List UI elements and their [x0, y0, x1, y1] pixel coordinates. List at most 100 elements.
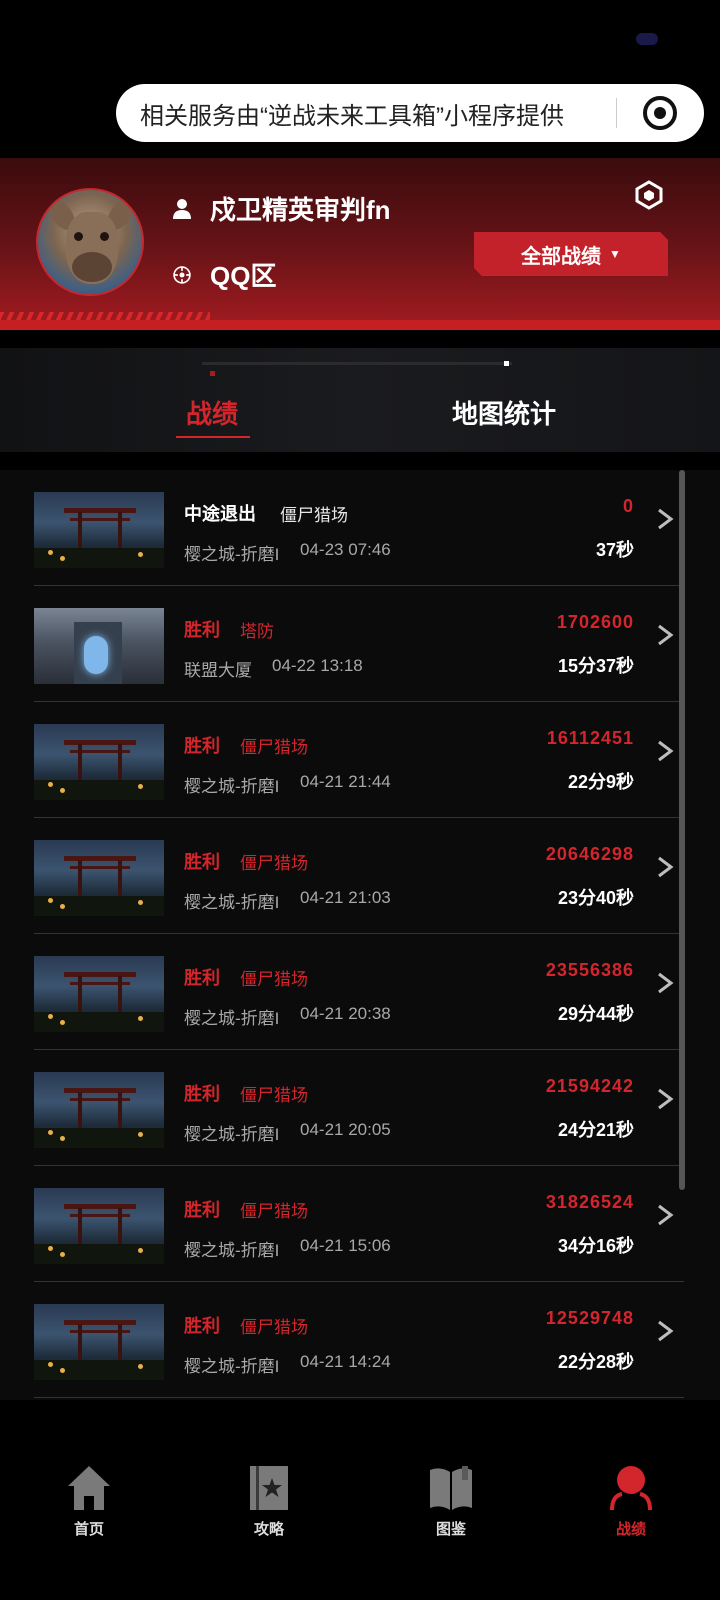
chevron-right-icon[interactable] — [656, 508, 674, 530]
home-icon — [68, 1466, 110, 1510]
tab-track — [202, 362, 512, 365]
chevron-right-icon[interactable] — [656, 1204, 674, 1226]
match-date: 04-22 13:18 — [272, 656, 363, 675]
record-row[interactable]: 胜利 僵尸猎场 樱之城-折磨I 04-21 20:05 21594242 24分21秒 — [34, 1050, 684, 1166]
mode-label: 僵尸猎场 — [280, 506, 348, 525]
duration-value: 37秒 — [595, 540, 634, 560]
result-label: 胜利 — [184, 736, 220, 756]
map-name: 樱之城-折磨I — [184, 545, 280, 564]
record-row[interactable]: 中途退出 僵尸猎场樱之城-折磨I 04-23 07:46 0 37秒 — [34, 470, 684, 586]
map-name: 樱之城-折磨I — [184, 1241, 280, 1260]
result-label: 中途退出 — [184, 504, 256, 524]
score-value: 23556386 — [545, 960, 634, 980]
chevron-right-icon[interactable] — [656, 1320, 674, 1342]
nav-label: 攻略 — [253, 1521, 284, 1538]
tab-records[interactable]: 战绩 — [186, 394, 238, 431]
map-name: 联盟大厦 — [184, 661, 252, 680]
mode-label: 僵尸猎场 — [240, 1318, 308, 1337]
tab-bar: 战绩 地图统计 — [0, 348, 720, 452]
map-thumbnail — [34, 608, 164, 684]
header-stripe — [0, 320, 720, 330]
tab-track-marker — [210, 371, 215, 376]
record-row[interactable]: 胜利 僵尸猎场 樱之城-折磨I 04-21 15:06 31826524 34分16秒 — [34, 1166, 684, 1282]
match-date: 04-21 20:38 — [300, 1004, 391, 1023]
user-icon — [610, 1466, 652, 1511]
result-label: 胜利 — [184, 1316, 220, 1336]
guide-book-icon — [250, 1466, 288, 1510]
active-tab-underline — [176, 436, 250, 438]
record-row[interactable]: 胜利 僵尸猎场樱之城-折磨I 04-21 21:44 16112451 22分9秒 — [34, 702, 684, 818]
mode-label: 僵尸猎场 — [240, 1202, 308, 1221]
duration-value: 15分37秒 — [557, 656, 634, 676]
score-value: 31826524 — [545, 1192, 634, 1212]
result-label: 胜利 — [184, 1084, 220, 1104]
nav-label: 图鉴 — [435, 1521, 466, 1538]
chevron-right-icon[interactable] — [656, 624, 674, 646]
score-value: 16112451 — [546, 728, 634, 748]
mini-program-notice[interactable]: 相关服务由“逆战未来工具箱”小程序提供 — [116, 84, 704, 142]
map-thumbnail — [34, 724, 164, 800]
score-value: 0 — [622, 496, 634, 516]
scrollbar[interactable] — [679, 470, 685, 1190]
mode-label: 僵尸猎场 — [240, 854, 308, 873]
avatar[interactable] — [36, 188, 144, 296]
nav-item-home[interactable]: 首页 — [34, 1464, 144, 1539]
chevron-right-icon[interactable] — [656, 856, 674, 878]
player-name: 戍卫精英审判fn — [210, 195, 391, 225]
nav-label: 战绩 — [615, 1521, 646, 1538]
map-thumbnail — [34, 1188, 164, 1264]
mode-label: 僵尸猎场 — [240, 970, 308, 989]
nav-item-codex[interactable]: 图鉴 — [396, 1464, 506, 1539]
tab-map-stats[interactable]: 地图统计 — [452, 394, 556, 431]
map-name: 樱之城-折磨I — [184, 777, 280, 796]
result-label: 胜利 — [184, 968, 220, 988]
record-row[interactable]: 胜利 僵尸猎场樱之城-折磨I 04-21 21:03 20646298 23分40秒 — [34, 818, 684, 934]
all-records-button[interactable]: 全部战绩 ▼ — [474, 232, 668, 276]
notice-text: 相关服务由“逆战未来工具箱”小程序提供 — [140, 102, 564, 130]
match-date: 04-21 21:03 — [300, 888, 391, 907]
map-name: 樱之城-折磨I — [184, 1357, 280, 1376]
mode-label: 塔防 — [240, 622, 274, 641]
zone-row: QQ区 — [172, 256, 276, 293]
result-label: 胜利 — [184, 1200, 220, 1220]
user-icon — [172, 198, 192, 220]
map-thumbnail — [34, 840, 164, 916]
match-date: 04-21 15:06 — [300, 1236, 391, 1255]
chevron-right-icon[interactable] — [656, 972, 674, 994]
duration-value: 22分28秒 — [557, 1352, 634, 1372]
score-value: 20646298 — [545, 844, 634, 864]
nav-item-guide[interactable]: 攻略 — [214, 1464, 324, 1539]
map-name: 樱之城-折磨I — [184, 893, 280, 912]
duration-value: 29分44秒 — [557, 1004, 634, 1024]
status-indicator — [636, 33, 658, 45]
nav-item-records[interactable]: 战绩 — [576, 1464, 686, 1539]
target-icon[interactable] — [643, 96, 677, 130]
duration-value: 23分40秒 — [557, 888, 634, 908]
bottom-nav: 首页 攻略 图鉴 战绩 — [0, 1428, 720, 1600]
mode-label: 僵尸猎场 — [240, 738, 308, 757]
match-date: 04-21 21:44 — [300, 772, 391, 791]
records-list[interactable]: 中途退出 僵尸猎场 樱之城-折磨I 04-23 07:46 0 37秒 胜利 塔防 联盟大厦 04… — [0, 470, 720, 1400]
hexagon-settings-icon[interactable] — [634, 180, 664, 210]
map-name: 樱之城-折磨I — [184, 1009, 280, 1028]
duration-value: 22分9秒 — [567, 772, 634, 792]
chevron-right-icon[interactable] — [656, 740, 674, 762]
match-date: 04-21 14:24 — [300, 1352, 391, 1371]
record-row[interactable]: 胜利 塔防 联盟大厦 04-22 13:18 1702600 15分37秒 — [34, 586, 684, 702]
record-row[interactable]: 胜利 僵尸猎场 樱之城-折磨I 04-21 14:24 12529748 22分28秒 — [34, 1282, 684, 1398]
player-name-row: 戍卫精英审判fn — [172, 190, 391, 227]
result-label: 胜利 — [184, 852, 220, 872]
profile-header: 戍卫精英审判fn QQ区 全部战绩 ▼ — [0, 158, 720, 330]
header-hatch-decoration — [0, 312, 210, 320]
match-date: 04-21 20:05 — [300, 1120, 391, 1139]
chevron-right-icon[interactable] — [656, 1088, 674, 1110]
crosshair-icon — [172, 264, 192, 286]
match-date: 04-23 07:46 — [300, 540, 391, 559]
open-book-icon — [430, 1466, 472, 1510]
zone-name: QQ区 — [210, 261, 277, 291]
map-thumbnail — [34, 956, 164, 1032]
nav-label: 首页 — [73, 1521, 104, 1538]
record-row[interactable]: 胜利 僵尸猎场樱之城-折磨I 04-21 20:38 23556386 29分44秒 — [34, 934, 684, 1050]
map-thumbnail — [34, 1072, 164, 1148]
dropdown-triangle-icon: ▼ — [609, 247, 621, 261]
